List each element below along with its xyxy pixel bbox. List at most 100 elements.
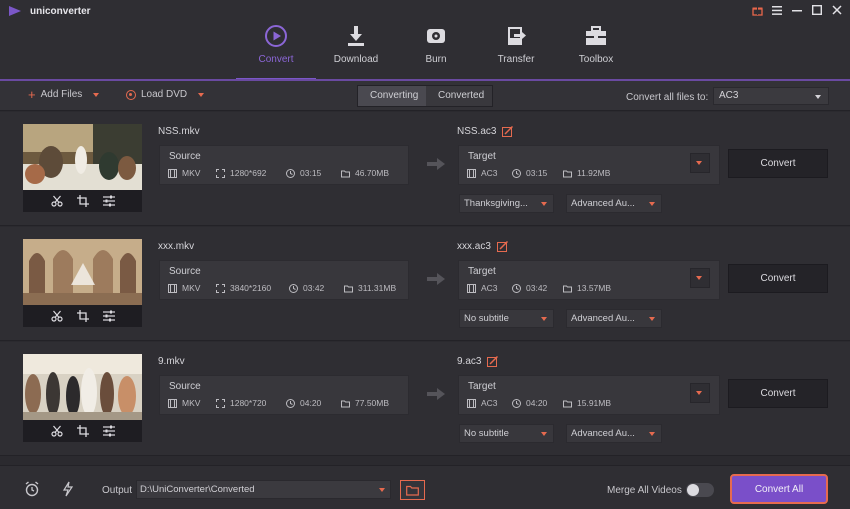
- chevron-down-icon: [649, 432, 655, 436]
- convert-button[interactable]: Convert: [728, 379, 828, 408]
- effects-icon[interactable]: [102, 195, 115, 207]
- source-resolution-value: 1280*720: [230, 398, 267, 408]
- menu-icon[interactable]: [770, 3, 784, 17]
- crop-icon[interactable]: [76, 310, 89, 322]
- target-format: AC3: [467, 283, 498, 293]
- chevron-down-icon[interactable]: [93, 92, 100, 97]
- chevron-down-icon: [379, 488, 385, 492]
- target-file-name: xxx.ac3: [457, 241, 508, 252]
- title-bar: uniconverter Convert Download Burn Trans…: [0, 0, 850, 81]
- download-icon: [348, 26, 364, 46]
- minimize-icon[interactable]: [790, 3, 804, 17]
- source-duration: 03:42: [289, 283, 324, 293]
- folder-icon: [341, 400, 350, 407]
- resolution-icon: [216, 168, 225, 178]
- maximize-icon[interactable]: [810, 3, 824, 17]
- source-format-value: MKV: [182, 283, 201, 293]
- video-thumbnail[interactable]: [23, 354, 142, 442]
- target-format-value: AC3: [481, 168, 498, 178]
- tab-converted[interactable]: Converted: [426, 86, 492, 106]
- folder-icon: [341, 170, 350, 177]
- effects-icon[interactable]: [102, 425, 115, 437]
- subtitle-value: No subtitle: [464, 313, 509, 324]
- tab-burn[interactable]: Burn: [396, 18, 476, 80]
- film-icon: [168, 398, 177, 408]
- audio-track-select[interactable]: Advanced Au...: [566, 194, 662, 213]
- resolution-icon: [216, 398, 225, 408]
- subtitle-select[interactable]: No subtitle: [459, 309, 554, 328]
- target-info-box[interactable]: Target AC3 04:20 15.91MB: [458, 375, 720, 415]
- open-folder-button[interactable]: [400, 480, 425, 500]
- target-size-value: 13.57MB: [577, 283, 612, 293]
- target-size-value: 11.92MB: [577, 168, 611, 178]
- convert-all-format-value: AC3: [719, 90, 739, 101]
- video-thumbnail[interactable]: [23, 239, 142, 327]
- source-info-box: Source MKV 1280*692 03:15 46.70MB: [159, 145, 409, 185]
- effects-icon[interactable]: [102, 310, 115, 322]
- crop-icon[interactable]: [76, 195, 89, 207]
- tab-toolbox[interactable]: Toolbox: [556, 18, 636, 80]
- source-resolution: 1280*720: [216, 398, 266, 408]
- edit-icon[interactable]: [502, 126, 514, 137]
- window-controls: [750, 3, 844, 17]
- output-path-value: D:\UniConverter\Converted: [140, 484, 255, 495]
- subtitle-select[interactable]: No subtitle: [459, 424, 554, 443]
- target-duration: 04:20: [512, 398, 547, 408]
- thumbnail-image: [23, 239, 142, 305]
- alarm-clock-icon[interactable]: [24, 481, 40, 497]
- trim-icon[interactable]: [50, 425, 63, 437]
- target-info-box[interactable]: Target AC3 03:15 11.92MB: [458, 145, 720, 185]
- audio-track-value: Advanced Au...: [571, 313, 635, 324]
- tab-transfer-label: Transfer: [497, 54, 535, 65]
- lightning-icon[interactable]: [60, 481, 76, 497]
- target-format-dropdown[interactable]: [690, 383, 710, 403]
- video-thumbnail[interactable]: [23, 124, 142, 212]
- crop-icon[interactable]: [76, 425, 89, 437]
- load-dvd-button[interactable]: Load DVD: [126, 89, 205, 100]
- clock-icon: [512, 398, 521, 408]
- target-file-name: NSS.ac3: [457, 126, 514, 137]
- trim-icon[interactable]: [50, 310, 63, 322]
- main-nav: Convert Download Burn Transfer Toolbox: [236, 18, 636, 81]
- target-format-dropdown[interactable]: [690, 268, 710, 288]
- converting-tabs: Converting Converted: [357, 85, 493, 107]
- target-duration: 03:42: [512, 283, 547, 293]
- edit-icon[interactable]: [496, 241, 508, 252]
- target-duration: 03:15: [512, 168, 547, 178]
- subtitle-value: No subtitle: [464, 428, 509, 439]
- convert-all-format-select[interactable]: AC3: [713, 87, 829, 105]
- audio-track-select[interactable]: Advanced Au...: [566, 309, 662, 328]
- target-format-dropdown[interactable]: [690, 153, 710, 173]
- close-icon[interactable]: [830, 3, 844, 17]
- chevron-down-icon[interactable]: [198, 92, 205, 97]
- trim-icon[interactable]: [50, 195, 63, 207]
- tab-download[interactable]: Download: [316, 18, 396, 80]
- add-files-button[interactable]: + Add Files: [28, 88, 100, 101]
- convert-button[interactable]: Convert: [728, 149, 828, 178]
- arrow-right-icon: [427, 158, 445, 170]
- source-format-value: MKV: [182, 168, 201, 178]
- source-resolution: 3840*2160: [216, 283, 271, 293]
- tab-toolbox-label: Toolbox: [578, 54, 614, 65]
- audio-track-select[interactable]: Advanced Au...: [566, 424, 662, 443]
- output-label: Output: [102, 485, 133, 496]
- convert-button[interactable]: Convert: [728, 264, 828, 293]
- gift-icon[interactable]: [750, 3, 764, 17]
- thumbnail-tools: [23, 420, 142, 442]
- convert-all-button[interactable]: Convert All: [730, 474, 828, 504]
- tab-converting[interactable]: Converting: [358, 86, 426, 106]
- thumbnail-tools: [23, 305, 142, 327]
- tab-convert[interactable]: Convert: [236, 18, 316, 81]
- tab-transfer[interactable]: Transfer: [476, 18, 556, 80]
- target-title: Target: [468, 151, 496, 162]
- merge-all-toggle[interactable]: [686, 483, 714, 497]
- target-info-box[interactable]: Target AC3 03:42 13.57MB: [458, 260, 720, 300]
- source-title: Source: [169, 266, 201, 277]
- file-row: xxx.mkv Source MKV 3840*2160 03:42 311.3…: [0, 227, 850, 341]
- output-path-select[interactable]: D:\UniConverter\Converted: [136, 480, 391, 499]
- burn-icon: [427, 29, 445, 43]
- target-duration-value: 04:20: [526, 398, 548, 408]
- subtitle-select[interactable]: Thanksgiving...: [459, 194, 554, 213]
- edit-icon[interactable]: [487, 356, 499, 367]
- target-file-name-text: 9.ac3: [457, 356, 482, 367]
